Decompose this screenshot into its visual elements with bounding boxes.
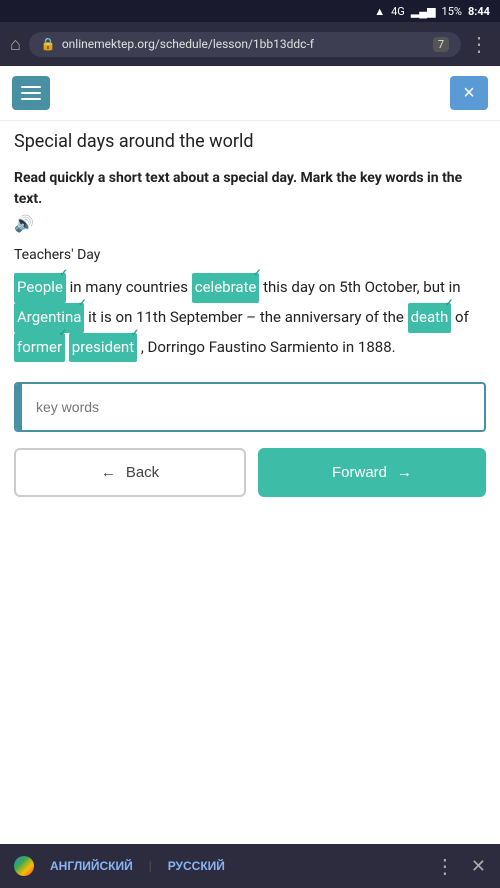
bottom-close-icon[interactable]: ✕ xyxy=(471,856,486,877)
menu-line xyxy=(21,86,41,88)
forward-label: Forward xyxy=(332,464,387,481)
signal-icon: ▲ xyxy=(374,5,385,18)
menu-line xyxy=(21,98,41,100)
forward-button[interactable]: Forward → xyxy=(258,448,486,497)
main-content: Special days around the world Read quick… xyxy=(0,121,500,517)
highlight-people[interactable]: People xyxy=(14,273,66,303)
close-button[interactable]: × xyxy=(450,76,488,110)
instruction-row: 🔊 xyxy=(14,214,486,233)
text-segment-2: this day on 5th October, but in xyxy=(263,278,460,296)
google-icon xyxy=(14,856,34,876)
page-title: Special days around the world xyxy=(14,131,486,152)
time-display: 8:44 xyxy=(468,5,490,18)
highlight-death[interactable]: death xyxy=(408,303,452,333)
tab-count[interactable]: 7 xyxy=(433,37,449,52)
reading-text: People in many countries celebrate this … xyxy=(14,273,486,362)
highlight-argentina[interactable]: Argentina xyxy=(14,303,84,333)
menu-button[interactable] xyxy=(12,76,50,110)
lang-english-button[interactable]: АНГЛИЙСКИЙ xyxy=(50,859,133,873)
browser-more-icon[interactable]: ⋮ xyxy=(469,32,490,56)
lock-icon: 🔒 xyxy=(41,37,56,51)
lang-russian-button[interactable]: РУССКИЙ xyxy=(168,859,225,873)
text-segment-4: of xyxy=(455,308,469,326)
bottom-bar: АНГЛИЙСКИЙ | РУССКИЙ ⋮ ✕ xyxy=(0,844,500,888)
highlight-celebrate[interactable]: celebrate xyxy=(192,273,260,303)
key-words-input[interactable] xyxy=(22,389,484,425)
instruction-block: Read quickly a short text about a specia… xyxy=(14,168,486,233)
back-label: Back xyxy=(126,464,159,481)
browser-bar: ⌂ 🔒 onlinemektep.org/schedule/lesson/1bb… xyxy=(0,22,500,66)
url-text: onlinemektep.org/schedule/lesson/1bb13dd… xyxy=(62,37,427,51)
battery-bars: ▂▄▆ xyxy=(411,5,436,18)
menu-line xyxy=(21,92,41,94)
top-toolbar: × xyxy=(0,66,500,121)
text-segment-3: it is on 11th September – the anniversar… xyxy=(88,308,407,326)
speaker-icon[interactable]: 🔊 xyxy=(14,214,34,233)
bottom-more-icon[interactable]: ⋮ xyxy=(435,854,455,878)
url-box[interactable]: 🔒 onlinemektep.org/schedule/lesson/1bb13… xyxy=(29,32,461,57)
highlight-former[interactable]: former xyxy=(14,333,65,363)
battery-level: 15% xyxy=(442,5,462,18)
lang-divider: | xyxy=(149,859,152,873)
text-segment-1: in many countries xyxy=(70,278,192,296)
key-words-container xyxy=(14,382,486,432)
back-arrow-icon: ← xyxy=(101,464,116,481)
nav-buttons: ← Back Forward → xyxy=(14,448,486,497)
lesson-label: Teachers' Day xyxy=(14,247,486,263)
highlight-president[interactable]: president xyxy=(69,333,137,363)
instruction-text: Read quickly a short text about a specia… xyxy=(14,168,486,210)
signal-text: 4G xyxy=(391,5,405,18)
status-bar: ▲ 4G ▂▄▆ 15% 8:44 xyxy=(0,0,500,22)
back-button[interactable]: ← Back xyxy=(14,448,246,497)
page-content: × Special days around the world Read qui… xyxy=(0,66,500,844)
home-icon[interactable]: ⌂ xyxy=(10,34,21,55)
forward-arrow-icon: → xyxy=(397,464,412,481)
text-segment-6: , Dorringo Faustino Sarmiento in 1888. xyxy=(141,338,396,356)
